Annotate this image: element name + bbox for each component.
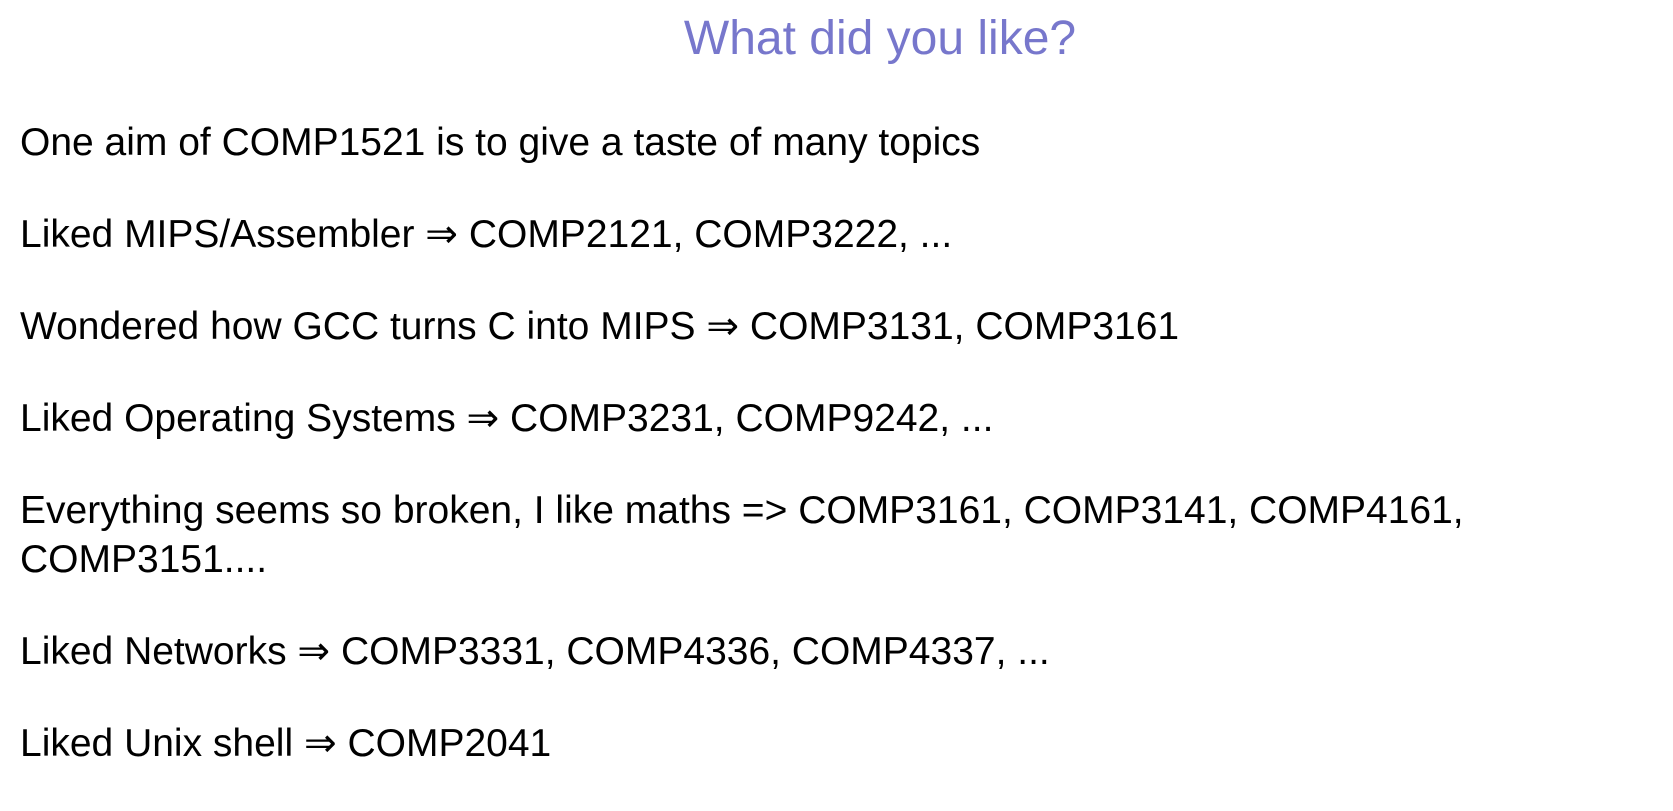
list-item: Liked Networks ⇒ COMP3331, COMP4336, COM… bbox=[20, 630, 1050, 673]
list-item: Liked MIPS/Assembler ⇒ COMP2121, COMP322… bbox=[20, 213, 953, 256]
list-item: Wondered how GCC turns C into MIPS ⇒ COM… bbox=[20, 305, 1180, 348]
topic-list: One aim of COMP1521 is to give a taste o… bbox=[20, 118, 1650, 811]
list-item: One aim of COMP1521 is to give a taste o… bbox=[20, 121, 981, 164]
list-item: Liked Operating Systems ⇒ COMP3231, COMP… bbox=[20, 397, 994, 440]
slide-title: What did you like? bbox=[683, 12, 1077, 65]
slide: What did you like? One aim of COMP1521 i… bbox=[0, 0, 1673, 790]
list-item: Everything seems so broken, I like maths… bbox=[20, 489, 1464, 581]
list-item: Liked Unix shell ⇒ COMP2041 bbox=[20, 722, 552, 765]
